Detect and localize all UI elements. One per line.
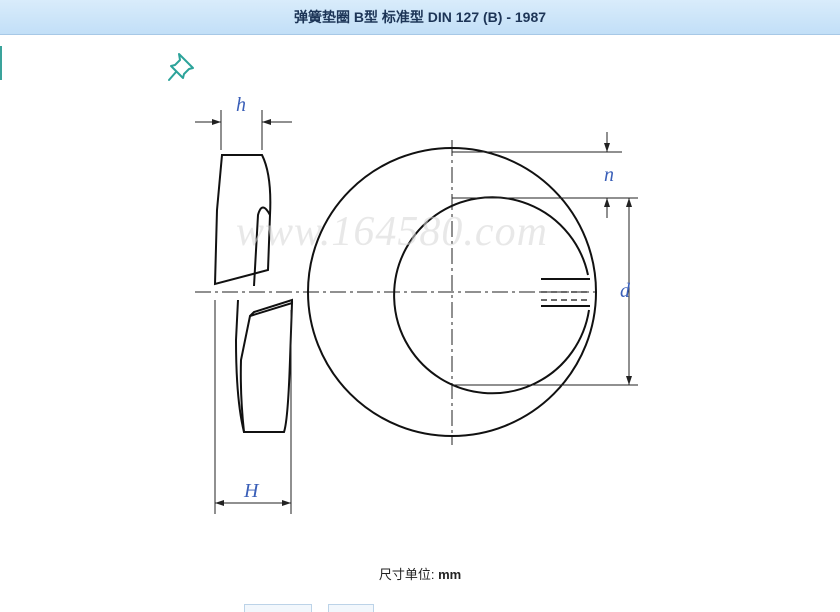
dim-label-h: h	[236, 94, 246, 116]
spring-washer-drawing	[195, 110, 638, 514]
page-title: 弹簧垫圈 B型 标准型 DIN 127 (B) - 1987	[293, 9, 547, 25]
dim-label-H: H	[244, 480, 259, 502]
title-bar: 弹簧垫圈 B型 标准型 DIN 127 (B) - 1987	[0, 0, 840, 35]
units-note: 尺寸单位: mm	[0, 564, 840, 583]
inner-circle	[393, 196, 590, 395]
side-view	[213, 154, 294, 433]
dim-label-d: d	[620, 280, 630, 302]
units-label: 尺寸单位:	[378, 567, 435, 582]
dim-label-n: n	[604, 164, 614, 186]
units-value: mm	[438, 567, 462, 582]
